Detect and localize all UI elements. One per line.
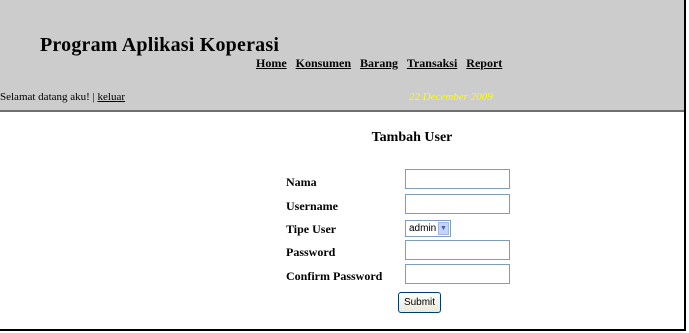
username-input[interactable] — [405, 194, 510, 214]
welcome-message: Selamat datang aku! | keluar — [0, 91, 125, 103]
confirm-password-label: Confirm Password — [286, 269, 383, 283]
chevron-down-icon[interactable]: ▼ — [438, 222, 449, 235]
current-date: 22 December 2009 — [409, 91, 493, 103]
nav-transaksi-link[interactable]: Transaksi — [407, 56, 457, 70]
password-input[interactable] — [405, 240, 510, 260]
tipe-user-selected-value: admin — [409, 223, 437, 234]
username-label: Username — [286, 199, 338, 213]
nama-input[interactable] — [405, 169, 510, 189]
welcome-text: Selamat datang aku! | — [0, 91, 98, 103]
tipe-user-label: Tipe User — [286, 222, 337, 236]
nav-report-link[interactable]: Report — [466, 56, 502, 70]
main-nav: Home Konsumen Barang Transaksi Report — [256, 56, 508, 71]
page-title: Tambah User — [371, 130, 453, 145]
nav-home-link[interactable]: Home — [256, 56, 287, 70]
nama-label: Nama — [286, 175, 317, 189]
password-label: Password — [286, 245, 336, 259]
app-title: Program Aplikasi Koperasi — [40, 34, 280, 56]
header-bar: Program Aplikasi Koperasi Home Konsumen … — [0, 0, 684, 112]
tipe-user-select[interactable]: admin ▼ — [405, 220, 451, 237]
logout-link[interactable]: keluar — [98, 91, 125, 103]
nav-konsumen-link[interactable]: Konsumen — [296, 56, 351, 70]
confirm-password-input[interactable] — [405, 264, 510, 284]
submit-button[interactable]: Submit — [398, 292, 441, 313]
nav-barang-link[interactable]: Barang — [360, 56, 398, 70]
